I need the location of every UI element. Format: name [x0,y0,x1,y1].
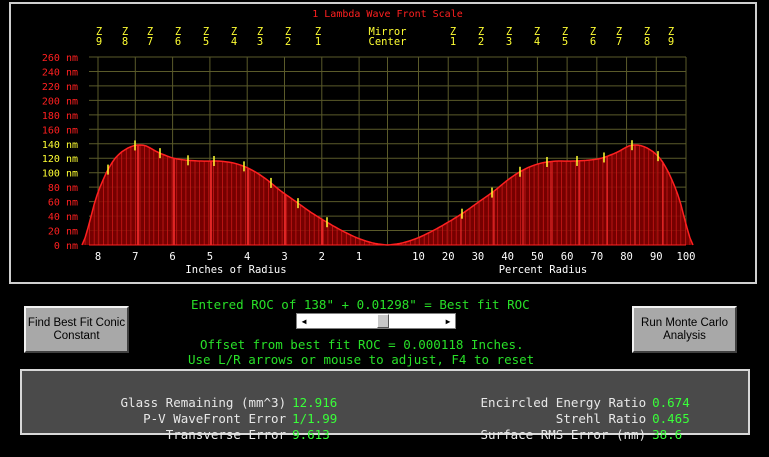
zone-number-right: 3 [506,36,512,48]
x-tick-label: 7 [132,251,138,263]
x-tick-label: 10 [412,251,425,263]
zone-number-left: 8 [122,36,128,48]
x-tick-label: 1 [356,251,362,263]
zone-number-left: 5 [203,36,209,48]
zone-number-right: 6 [590,36,596,48]
y-tick-label: 140 nm [42,140,78,151]
roc-message: Entered ROC of 138" + 0.01298" = Best fi… [191,297,530,312]
x-tick-label: 20 [442,251,455,263]
run-monte-carlo-label: Run Monte Carlo Analysis [641,316,728,342]
wavefront-chart: 1 Lambda Wave Front ScaleMirrorCenter260… [42,9,696,276]
y-tick-label: 100 nm [42,169,78,180]
x-tick-label: 4 [244,251,250,263]
statistics-panel: Glass Remaining (mm^3) 12.916 P-V WaveFro… [20,369,750,442]
hint-message: Use L/R arrows or mouse to adjust, F4 to… [188,352,535,367]
zone-number-left: 3 [257,36,263,48]
zone-number-left: 9 [96,36,102,48]
zone-number-right: 7 [616,36,622,48]
zone-number-right: 5 [562,36,568,48]
zone-number-left: 1 [315,36,321,48]
zone-number-right: 1 [450,36,456,48]
slider-left-arrow-icon[interactable]: ◀ [297,314,311,328]
slider-thumb[interactable] [377,314,389,328]
x-tick-label: 2 [319,251,325,263]
y-tick-label: 220 nm [42,82,78,93]
x-tick-label: 8 [95,251,101,263]
find-best-fit-conic-button[interactable]: Find Best Fit Conic Constant [24,306,129,353]
y-tick-label: 0 nm [54,241,78,252]
x-tick-label: 5 [207,251,213,263]
surface-rms-label: Surface RMS Error (nm) [480,427,647,442]
center-label: Center [369,36,407,48]
y-tick-label: 40 nm [48,212,78,223]
y-tick-label: 260 nm [42,53,78,64]
zone-number-left: 4 [231,36,237,48]
zone-number-left: 7 [147,36,153,48]
x-tick-label: 3 [281,251,287,263]
zone-number-right: 9 [668,36,674,48]
zone-number-left: 6 [175,36,181,48]
y-tick-label: 80 nm [48,183,78,194]
slider-right-arrow-icon[interactable]: ▶ [441,314,455,328]
surface-rms-value: 38.6 [652,427,683,442]
x-tick-label: 40 [501,251,514,263]
zone-number-left: 2 [285,36,291,48]
x-tick-label: 100 [677,251,696,263]
x-axis-label-left: Inches of Radius [185,264,286,276]
y-tick-label: 120 nm [42,154,78,165]
x-tick-label: 50 [531,251,544,263]
surface-rms-row: Surface RMS Error (nm) 38.6 [382,412,683,457]
transverse-error-label: Transverse Error [165,427,287,442]
chart-title: 1 Lambda Wave Front Scale [312,9,463,20]
x-tick-label: 80 [620,251,633,263]
transverse-error-value: 9.613 [292,427,330,442]
y-tick-label: 160 nm [42,125,78,136]
zone-number-right: 2 [478,36,484,48]
x-tick-label: 70 [591,251,604,263]
transverse-error-row: Transverse Error 9.613 [26,412,330,457]
find-best-fit-conic-label: Find Best Fit Conic Constant [27,316,126,342]
zone-number-right: 4 [534,36,540,48]
x-axis-label-right: Percent Radius [499,264,588,276]
run-monte-carlo-button[interactable]: Run Monte Carlo Analysis [632,306,737,353]
zone-number-right: 8 [644,36,650,48]
y-tick-label: 200 nm [42,96,78,107]
y-tick-label: 20 nm [48,227,78,238]
x-tick-label: 60 [561,251,574,263]
x-tick-label: 6 [169,251,175,263]
x-tick-label: 30 [472,251,485,263]
x-tick-label: 90 [650,251,663,263]
y-tick-label: 180 nm [42,111,78,122]
offset-message: Offset from best fit ROC = 0.000118 Inch… [200,337,524,352]
roc-offset-slider[interactable]: ◀ ▶ [296,313,456,329]
wavefront-plot-frame: 1 Lambda Wave Front Scale Mirror Center 260… [9,2,757,284]
y-tick-label: 240 nm [42,67,78,78]
y-tick-label: 60 nm [48,198,78,209]
